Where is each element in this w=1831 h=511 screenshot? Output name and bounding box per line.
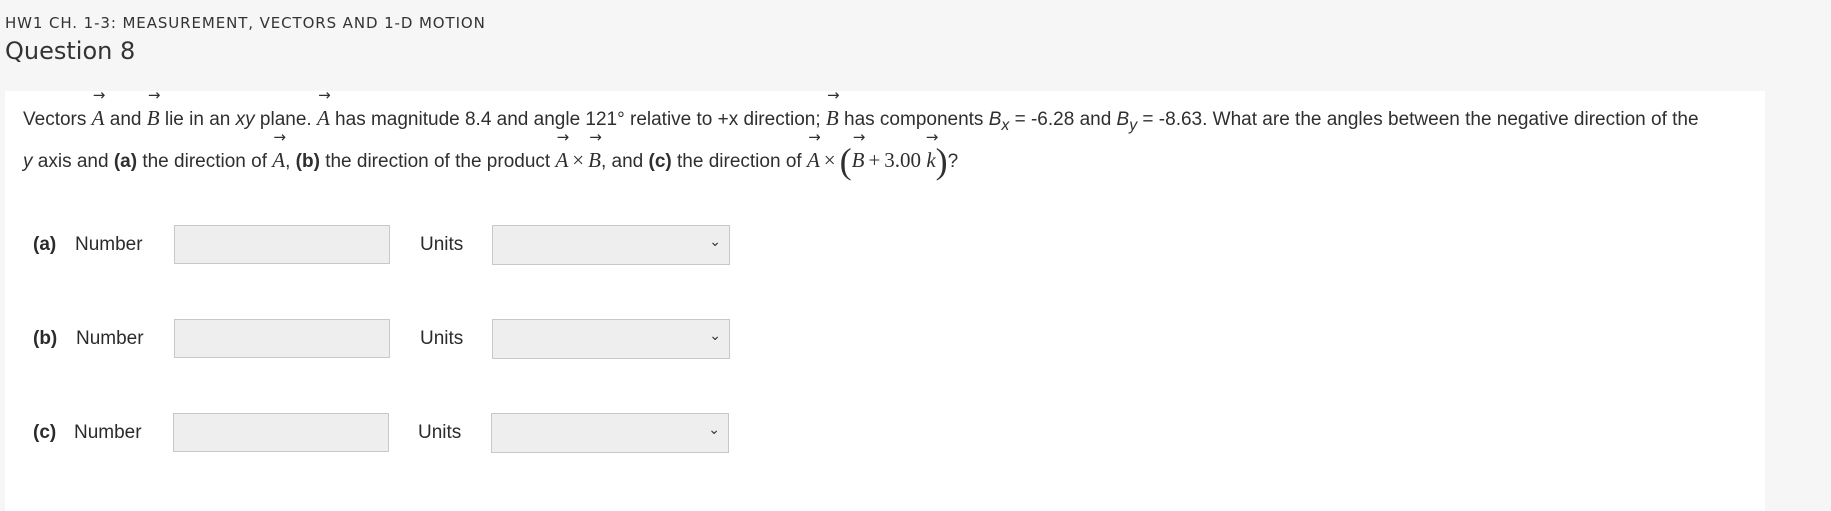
problem-text: the direction of the product bbox=[319, 150, 556, 172]
part-label: (a) bbox=[33, 234, 56, 256]
vector-arrow-icon: → bbox=[147, 86, 161, 104]
part-label-text: (c) bbox=[33, 422, 57, 443]
question-title: Question 8 bbox=[5, 37, 136, 65]
problem-text: has magnitude 8.4 and angle 121° relativ… bbox=[329, 109, 826, 130]
component-symbol: B bbox=[988, 109, 1002, 130]
vector-arrow-icon: → bbox=[318, 86, 331, 104]
answer-row-a: (a) Number Units ⌄ bbox=[5, 225, 765, 265]
units-label: Units bbox=[420, 234, 464, 255]
answer-row-c: (c) Number Units ⌄ bbox=[5, 413, 765, 453]
part-label: (b) bbox=[295, 150, 320, 172]
vector-arrow-icon: → bbox=[808, 127, 821, 146]
problem-text: , bbox=[285, 150, 296, 172]
number-input-b[interactable] bbox=[174, 319, 390, 358]
problem-text: the direction of bbox=[671, 150, 807, 172]
number-input-a[interactable] bbox=[174, 225, 390, 264]
coefficient: 3.00 bbox=[884, 147, 922, 172]
question-card: Vectors A → and B → lie in an xy plane. A →… bbox=[5, 88, 1765, 511]
page-header: HW1 CH. 1-3: MEASUREMENT, VECTORS AND 1-… bbox=[5, 14, 486, 65]
problem-text: and bbox=[104, 109, 147, 130]
chevron-down-icon: ⌄ bbox=[708, 422, 720, 438]
vector-arrow-icon: → bbox=[827, 86, 840, 104]
vector-a-symbol: A bbox=[555, 147, 569, 172]
vector-a-symbol: A bbox=[91, 106, 105, 130]
xy-plane-label: xy bbox=[235, 109, 255, 130]
number-label: Number bbox=[76, 328, 144, 349]
part-label: (c) bbox=[33, 422, 56, 444]
y-axis-label: y bbox=[23, 150, 33, 172]
vector-b: B → bbox=[825, 88, 840, 137]
problem-text: = -8.63. What are the angles between the… bbox=[1137, 109, 1699, 130]
vector-a: A → bbox=[316, 88, 331, 137]
vector-arrow-icon: → bbox=[925, 127, 939, 146]
part-label: (a) bbox=[113, 150, 138, 172]
problem-text: ? bbox=[947, 150, 959, 172]
vector-b: B → bbox=[851, 129, 866, 179]
vector-b-symbol: B bbox=[851, 147, 865, 172]
problem-text: , and bbox=[600, 150, 649, 172]
component-symbol: B bbox=[1116, 109, 1130, 130]
course-title: HW1 CH. 1-3: MEASUREMENT, VECTORS AND 1-… bbox=[5, 14, 486, 32]
component-subscript: y bbox=[1129, 116, 1138, 134]
vector-a: A → bbox=[91, 88, 106, 137]
left-paren: ( bbox=[839, 140, 852, 181]
vector-a-symbol: A bbox=[272, 147, 286, 172]
vector-arrow-icon: → bbox=[852, 127, 866, 146]
problem-text: Vectors bbox=[23, 109, 92, 130]
units-label: Units bbox=[420, 328, 464, 349]
chevron-down-icon: ⌄ bbox=[709, 234, 721, 250]
number-input-c[interactable] bbox=[173, 413, 389, 452]
chevron-down-icon: ⌄ bbox=[709, 328, 721, 344]
part-label: (b) bbox=[33, 328, 57, 350]
problem-statement: Vectors A → and B → lie in an xy plane. A →… bbox=[23, 88, 1763, 181]
vector-a-symbol: A bbox=[316, 106, 330, 130]
problem-text: lie in an bbox=[159, 109, 236, 130]
vector-a-symbol: A bbox=[806, 147, 820, 172]
answer-row-b: (b) Number Units ⌄ bbox=[5, 319, 765, 359]
part-label-text: (a) bbox=[33, 234, 57, 255]
plus-operator: + bbox=[868, 147, 881, 172]
vector-b: B → bbox=[588, 129, 602, 179]
vector-b: B → bbox=[146, 88, 161, 137]
vector-arrow-icon: → bbox=[273, 127, 286, 146]
units-select-b[interactable]: ⌄ bbox=[492, 319, 730, 359]
vector-arrow-icon: → bbox=[589, 127, 602, 146]
part-label-text: (b) bbox=[33, 328, 58, 349]
problem-text: = -6.28 and bbox=[1009, 109, 1117, 130]
units-select-c[interactable]: ⌄ bbox=[491, 413, 729, 453]
vector-arrow-icon: → bbox=[556, 127, 570, 146]
number-label: Number bbox=[75, 234, 143, 255]
vector-a: A → bbox=[806, 129, 821, 179]
cross-operator: × bbox=[823, 147, 836, 172]
cross-operator: × bbox=[572, 147, 585, 172]
problem-text: axis and bbox=[32, 150, 114, 172]
units-select-a[interactable]: ⌄ bbox=[492, 225, 730, 265]
vector-b-symbol: B bbox=[146, 106, 160, 130]
units-label: Units bbox=[418, 422, 462, 443]
vector-a: A → bbox=[555, 129, 569, 179]
part-label: (c) bbox=[648, 150, 672, 172]
vector-k-symbol: k bbox=[926, 147, 936, 172]
number-label: Number bbox=[74, 422, 142, 443]
vector-b-symbol: B bbox=[588, 147, 601, 172]
vector-a: A → bbox=[272, 129, 286, 179]
problem-text: the direction of bbox=[137, 150, 273, 172]
right-paren: ) bbox=[935, 140, 948, 181]
vector-k: k → bbox=[926, 129, 939, 179]
vector-arrow-icon: → bbox=[92, 86, 106, 104]
vector-b-symbol: B bbox=[825, 106, 839, 130]
